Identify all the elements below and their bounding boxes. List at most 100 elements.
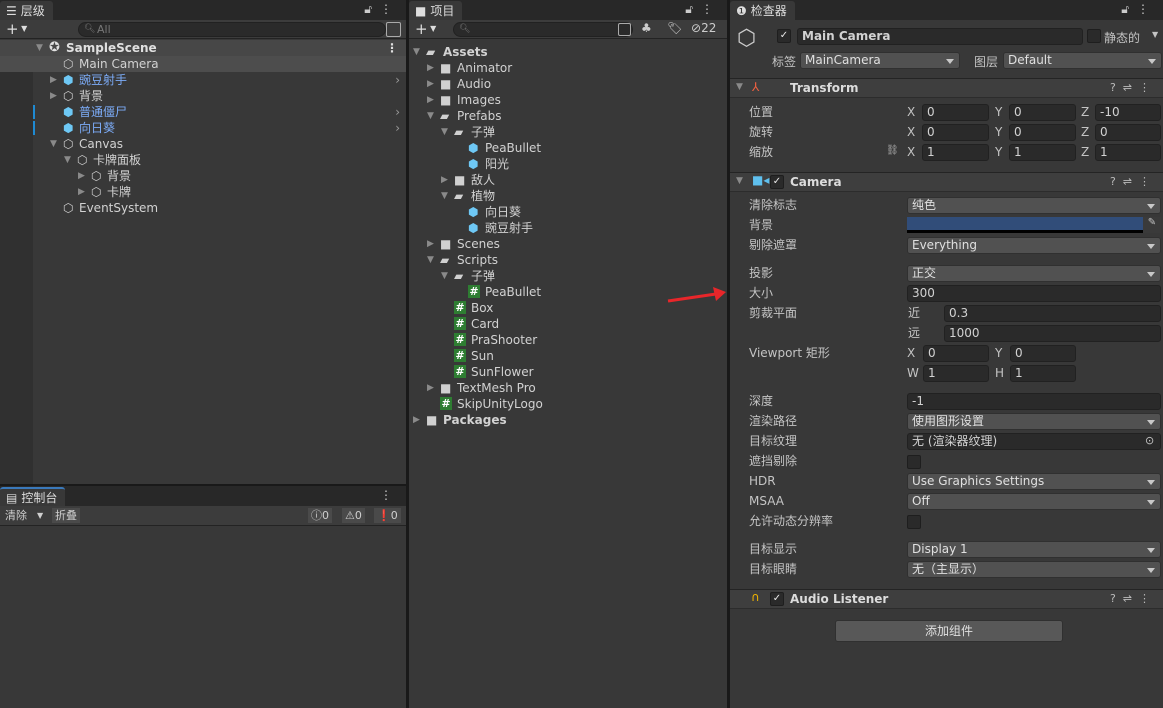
target-eye-dropdown[interactable]: 无（主显示）: [907, 561, 1161, 578]
project-item[interactable]: ⬢ PeaBullet: [409, 140, 727, 156]
more-icon[interactable]: ⋮: [1137, 2, 1157, 16]
audio-listener-enabled-checkbox[interactable]: ✓: [770, 592, 784, 606]
hierarchy-item[interactable]: ▼ ⬡ Canvas: [0, 136, 406, 152]
culling-mask-dropdown[interactable]: Everything: [907, 237, 1161, 254]
expand-closed-icon[interactable]: ▶: [427, 236, 434, 252]
expand-open-icon[interactable]: ▼: [441, 188, 448, 204]
lock-icon[interactable]: 🔓︎: [685, 2, 701, 16]
scene-header[interactable]: ▼ ✪ SampleScene ⋮: [0, 40, 406, 56]
project-item[interactable]: # SunFlower: [409, 364, 727, 380]
add-component-button[interactable]: 添加组件: [835, 620, 1063, 642]
eyedropper-icon[interactable]: ✎: [1143, 217, 1161, 233]
expand-closed-icon[interactable]: ▶: [427, 76, 434, 92]
tab-inspector[interactable]: ❶ 检查器: [730, 1, 795, 20]
project-item[interactable]: # Sun: [409, 348, 727, 364]
more-icon[interactable]: ⋮: [380, 2, 400, 16]
project-item[interactable]: # SkipUnityLogo: [409, 396, 727, 412]
occlusion-culling-checkbox[interactable]: [907, 455, 921, 469]
project-item[interactable]: ▶ ■ 敌人: [409, 172, 727, 188]
hierarchy-item[interactable]: ▶ ⬡ 背景: [0, 168, 406, 184]
project-item[interactable]: ⬢ 豌豆射手: [409, 220, 727, 236]
expand-open-icon[interactable]: ▼: [413, 44, 420, 60]
filter-by-label-icon[interactable]: 🏷︎: [667, 21, 682, 35]
project-item[interactable]: ▶ ■ Animator: [409, 60, 727, 76]
active-checkbox[interactable]: ✓: [777, 29, 791, 43]
target-texture-field[interactable]: 无 (渲染器纹理): [907, 433, 1161, 450]
hierarchy-item[interactable]: ▶ ⬡ 背景: [0, 88, 406, 104]
position-x[interactable]: 0: [922, 104, 989, 121]
tab-console[interactable]: ▤ 控制台: [0, 487, 66, 506]
toggle-errors-button[interactable]: ❗0: [374, 508, 401, 523]
rotation-x[interactable]: 0: [922, 124, 989, 141]
expand-closed-icon[interactable]: ▶: [427, 92, 434, 108]
project-item[interactable]: # Card: [409, 316, 727, 332]
more-icon[interactable]: ⋮: [380, 488, 400, 502]
audio-listener-header[interactable]: ∩ ✓ Audio Listener ?⇌⋮: [730, 589, 1163, 609]
position-z[interactable]: -10: [1095, 104, 1161, 121]
component-controls[interactable]: ?⇌⋮: [1110, 592, 1157, 605]
layer-dropdown[interactable]: Default: [1003, 52, 1162, 69]
expand-closed-icon[interactable]: ▶: [50, 88, 57, 104]
project-item[interactable]: ▼ ▰ 子弹: [409, 268, 727, 284]
project-item[interactable]: ▶ ■ TextMesh Pro: [409, 380, 727, 396]
expand-open-icon[interactable]: ▼: [36, 40, 43, 56]
hierarchy-item[interactable]: ⬡ Main Camera: [0, 56, 406, 72]
object-name-field[interactable]: Main Camera: [797, 28, 1083, 45]
object-picker-icon[interactable]: ⊙: [1145, 434, 1154, 447]
toggle-logs-button[interactable]: ⓘ0: [308, 508, 332, 523]
expand-open-icon[interactable]: ▼: [427, 108, 434, 124]
constrain-proportions-icon[interactable]: ⛓: [886, 145, 899, 156]
tab-hierarchy[interactable]: ☰ 层级: [0, 1, 53, 20]
hierarchy-item[interactable]: ▼ ⬡ 卡牌面板: [0, 152, 406, 168]
rendering-path-dropdown[interactable]: 使用图形设置: [907, 413, 1161, 430]
depth-field[interactable]: -1: [907, 393, 1161, 410]
project-item[interactable]: # PraShooter: [409, 332, 727, 348]
more-icon[interactable]: ⋮: [386, 40, 398, 56]
open-prefab-chevron-icon[interactable]: ›: [395, 72, 400, 88]
expand-closed-icon[interactable]: ▶: [78, 184, 85, 200]
hierarchy-item[interactable]: ▶ ⬡ 卡牌: [0, 184, 406, 200]
expand-closed-icon[interactable]: ▶: [78, 168, 85, 184]
tab-project[interactable]: ■ 项目: [409, 1, 463, 20]
component-controls[interactable]: ?⇌⋮: [1110, 81, 1157, 94]
project-item[interactable]: ▼ ▰ 子弹: [409, 124, 727, 140]
viewport-x[interactable]: 0: [923, 345, 989, 362]
msaa-dropdown[interactable]: Off: [907, 493, 1161, 510]
lock-icon[interactable]: 🔓︎: [364, 2, 380, 16]
clear-button[interactable]: 清除: [2, 508, 30, 523]
position-y[interactable]: 0: [1009, 104, 1076, 121]
expand-open-icon[interactable]: ▼: [64, 152, 71, 168]
search-in-scene-button[interactable]: [618, 23, 631, 36]
project-item[interactable]: ▶ ■ Images: [409, 92, 727, 108]
background-color-swatch[interactable]: [907, 217, 1143, 233]
scale-x[interactable]: 1: [922, 144, 989, 161]
create-button[interactable]: + ▼: [415, 20, 436, 38]
static-dropdown-icon[interactable]: ▼: [1152, 30, 1158, 39]
camera-header[interactable]: ▼ ■◂ ✓ Camera ?⇌⋮: [730, 172, 1163, 192]
open-prefab-chevron-icon[interactable]: ›: [395, 104, 400, 120]
tag-dropdown[interactable]: MainCamera: [800, 52, 960, 69]
hierarchy-item[interactable]: ▶ ⬢ 豌豆射手 ›: [0, 72, 406, 88]
viewport-h[interactable]: 1: [1010, 365, 1076, 382]
toggle-warnings-button[interactable]: ⚠0: [342, 508, 365, 523]
expand-closed-icon[interactable]: ▶: [413, 412, 420, 428]
scale-y[interactable]: 1: [1009, 144, 1076, 161]
scene-visibility-button[interactable]: [386, 22, 401, 37]
more-icon[interactable]: ⋮: [701, 2, 721, 16]
camera-enabled-checkbox[interactable]: ✓: [770, 175, 784, 189]
expand-closed-icon[interactable]: ▶: [441, 172, 448, 188]
hierarchy-search-input[interactable]: 🔍︎ All: [78, 22, 386, 37]
expand-open-icon[interactable]: ▼: [50, 136, 57, 152]
expand-open-icon[interactable]: ▼: [441, 124, 448, 140]
clear-flags-dropdown[interactable]: 纯色: [907, 197, 1161, 214]
filter-by-type-icon[interactable]: ♣: [641, 21, 652, 35]
size-field[interactable]: 300: [907, 285, 1161, 302]
gameobject-icon[interactable]: ⬡: [737, 26, 756, 51]
open-prefab-chevron-icon[interactable]: ›: [395, 120, 400, 136]
component-controls[interactable]: ?⇌⋮: [1110, 175, 1157, 188]
hierarchy-item[interactable]: ⬡ EventSystem: [0, 200, 406, 216]
expand-open-icon[interactable]: ▼: [427, 252, 434, 268]
project-item[interactable]: ▼ ▰ 植物: [409, 188, 727, 204]
viewport-y[interactable]: 0: [1010, 345, 1076, 362]
project-item[interactable]: ▼ ▰ Scripts: [409, 252, 727, 268]
